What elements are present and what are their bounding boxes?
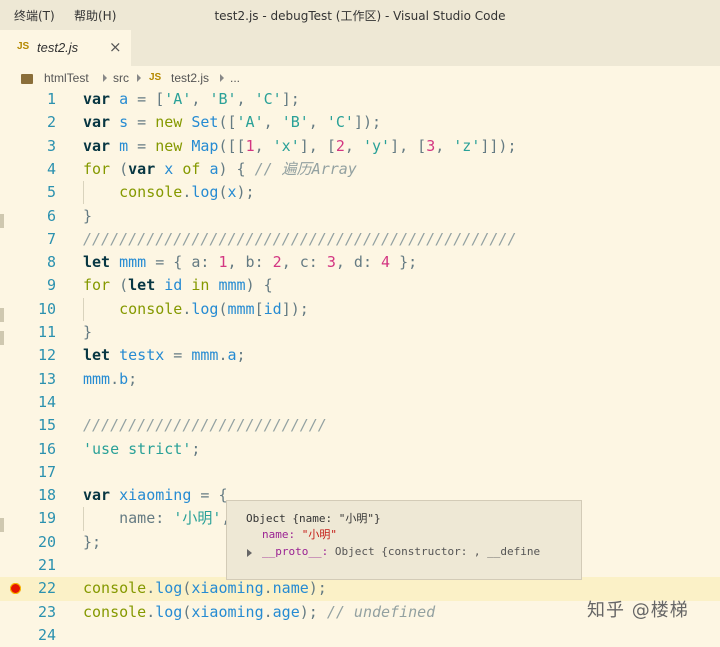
- line-number: 2: [46, 113, 56, 132]
- code-line: 2 var s = new Set(['A', 'B', 'C']);: [0, 111, 720, 134]
- line-number: 19: [37, 509, 56, 528]
- code-text[interactable]: }: [83, 321, 92, 344]
- code-line: 11 }: [0, 321, 720, 344]
- breadcrumb-src[interactable]: src: [113, 71, 129, 85]
- code-text[interactable]: for (var x of a) { // 遍历Array: [83, 158, 357, 181]
- hover-name-key: name:: [262, 528, 302, 541]
- code-line: 1 var a = ['A', 'B', 'C'];: [0, 88, 720, 111]
- line-number: 16: [37, 439, 56, 458]
- js-file-icon: JS: [17, 41, 30, 52]
- code-line: 4 for (var x of a) { // 遍历Array: [0, 158, 720, 181]
- expand-triangle-icon[interactable]: [247, 549, 252, 557]
- line-number: 1: [46, 90, 56, 108]
- code-line: 6 }: [0, 205, 720, 228]
- code-line: 7 //////////////////////////////////////…: [0, 228, 720, 251]
- code-line: 10 console.log(mmm[id]);: [0, 297, 720, 321]
- code-text[interactable]: var m = new Map([[1, 'x'], [2, 'y'], [3,…: [83, 135, 517, 158]
- line-number: 8: [46, 253, 56, 272]
- breadcrumb-more[interactable]: ...: [230, 71, 240, 85]
- line-number: 18: [37, 486, 56, 505]
- code-text[interactable]: var a = ['A', 'B', 'C'];: [83, 88, 300, 111]
- line-number: 12: [37, 346, 56, 365]
- code-text[interactable]: let mmm = { a: 1, b: 2, c: 3, d: 4 };: [83, 251, 417, 274]
- code-text[interactable]: var xiaoming = {: [83, 484, 228, 507]
- code-text[interactable]: ////////////////////////////////////////…: [83, 228, 516, 251]
- hover-proto-row[interactable]: __proto__: Object {constructor: , __defi…: [262, 545, 580, 558]
- code-line: 3 var m = new Map([[1, 'x'], [2, 'y'], […: [0, 135, 720, 158]
- code-line: 24: [0, 624, 720, 647]
- code-line: 17: [0, 461, 720, 484]
- line-number: 9: [46, 276, 56, 295]
- hover-name-value: "小明": [301, 528, 337, 541]
- watermark: 知乎 @楼梯: [587, 600, 689, 621]
- code-text[interactable]: mmm.b;: [83, 368, 137, 391]
- line-number: 20: [37, 532, 56, 551]
- tab-test2-js[interactable]: JS test2.js ×: [0, 30, 131, 66]
- code-text[interactable]: 'use strict';: [83, 438, 200, 461]
- line-number: 17: [37, 462, 56, 481]
- breadcrumb-htmltest[interactable]: htmlTest: [44, 71, 89, 85]
- code-line: 12 let testx = mmm.a;: [0, 344, 720, 367]
- chevron-right-icon: [103, 74, 107, 82]
- chevron-right-icon: [220, 74, 224, 82]
- code-text[interactable]: let testx = mmm.a;: [83, 344, 246, 367]
- line-number: 10: [37, 299, 56, 318]
- hover-proto-value: Object {constructor: , __define: [334, 545, 541, 558]
- code-text[interactable]: name: '小明',: [83, 507, 230, 530]
- breadcrumb-file[interactable]: test2.js: [171, 71, 209, 85]
- code-text[interactable]: console.log(xiaoming.age); // undefined: [83, 601, 435, 624]
- line-number: 7: [46, 229, 56, 248]
- code-line: 16 'use strict';: [0, 438, 720, 461]
- code-line: 8 let mmm = { a: 1, b: 2, c: 3, d: 4 };: [0, 251, 720, 274]
- debug-hover-widget[interactable]: Object {name: "小明"} name: "小明" __proto__…: [226, 500, 582, 580]
- chevron-right-icon: [137, 74, 141, 82]
- hover-object-header[interactable]: Object {name: "小明"}: [246, 510, 381, 526]
- js-file-icon: JS: [149, 72, 162, 83]
- close-icon[interactable]: ×: [109, 38, 122, 56]
- hover-proto-key: __proto__:: [262, 545, 335, 558]
- code-line: 5 console.log(x);: [0, 181, 720, 205]
- line-number: 13: [37, 369, 56, 388]
- title-bar: 终端(T) 帮助(H) test2.js - debugTest (工作区) -…: [0, 0, 720, 31]
- code-text[interactable]: console.log(mmm[id]);: [83, 298, 309, 321]
- line-number: 22: [37, 579, 56, 598]
- line-number: 21: [37, 556, 56, 574]
- line-number: 4: [46, 159, 56, 178]
- code-text[interactable]: var s = new Set(['A', 'B', 'C']);: [83, 111, 381, 134]
- line-number: 11: [37, 323, 56, 341]
- line-number: 24: [37, 625, 56, 644]
- line-number: 5: [46, 183, 56, 202]
- tab-bar: JS test2.js ×: [0, 30, 720, 66]
- line-number: 14: [37, 392, 56, 411]
- code-line: 15 ///////////////////////////: [0, 414, 720, 437]
- code-text[interactable]: console.log(x);: [83, 181, 254, 204]
- code-text[interactable]: console.log(xiaoming.name);: [83, 577, 327, 600]
- code-text[interactable]: ///////////////////////////: [83, 414, 327, 437]
- breadcrumb: htmlTest src JS test2.js ...: [0, 66, 720, 90]
- code-line: 9 for (let id in mmm) {: [0, 274, 720, 297]
- code-line: 13 mmm.b;: [0, 368, 720, 391]
- window-title: test2.js - debugTest (工作区) - Visual Stud…: [214, 9, 506, 23]
- code-text[interactable]: for (let id in mmm) {: [83, 274, 273, 297]
- tab-label: test2.js: [37, 40, 79, 55]
- hover-property-name[interactable]: name: "小明": [262, 526, 337, 542]
- line-number: 23: [37, 602, 56, 621]
- code-text[interactable]: }: [83, 205, 92, 228]
- line-number: 3: [46, 136, 56, 155]
- line-number: 6: [46, 206, 56, 225]
- code-text[interactable]: };: [83, 531, 101, 554]
- line-number: 15: [37, 416, 56, 435]
- folder-icon: [21, 74, 33, 84]
- code-line: 14: [0, 391, 720, 414]
